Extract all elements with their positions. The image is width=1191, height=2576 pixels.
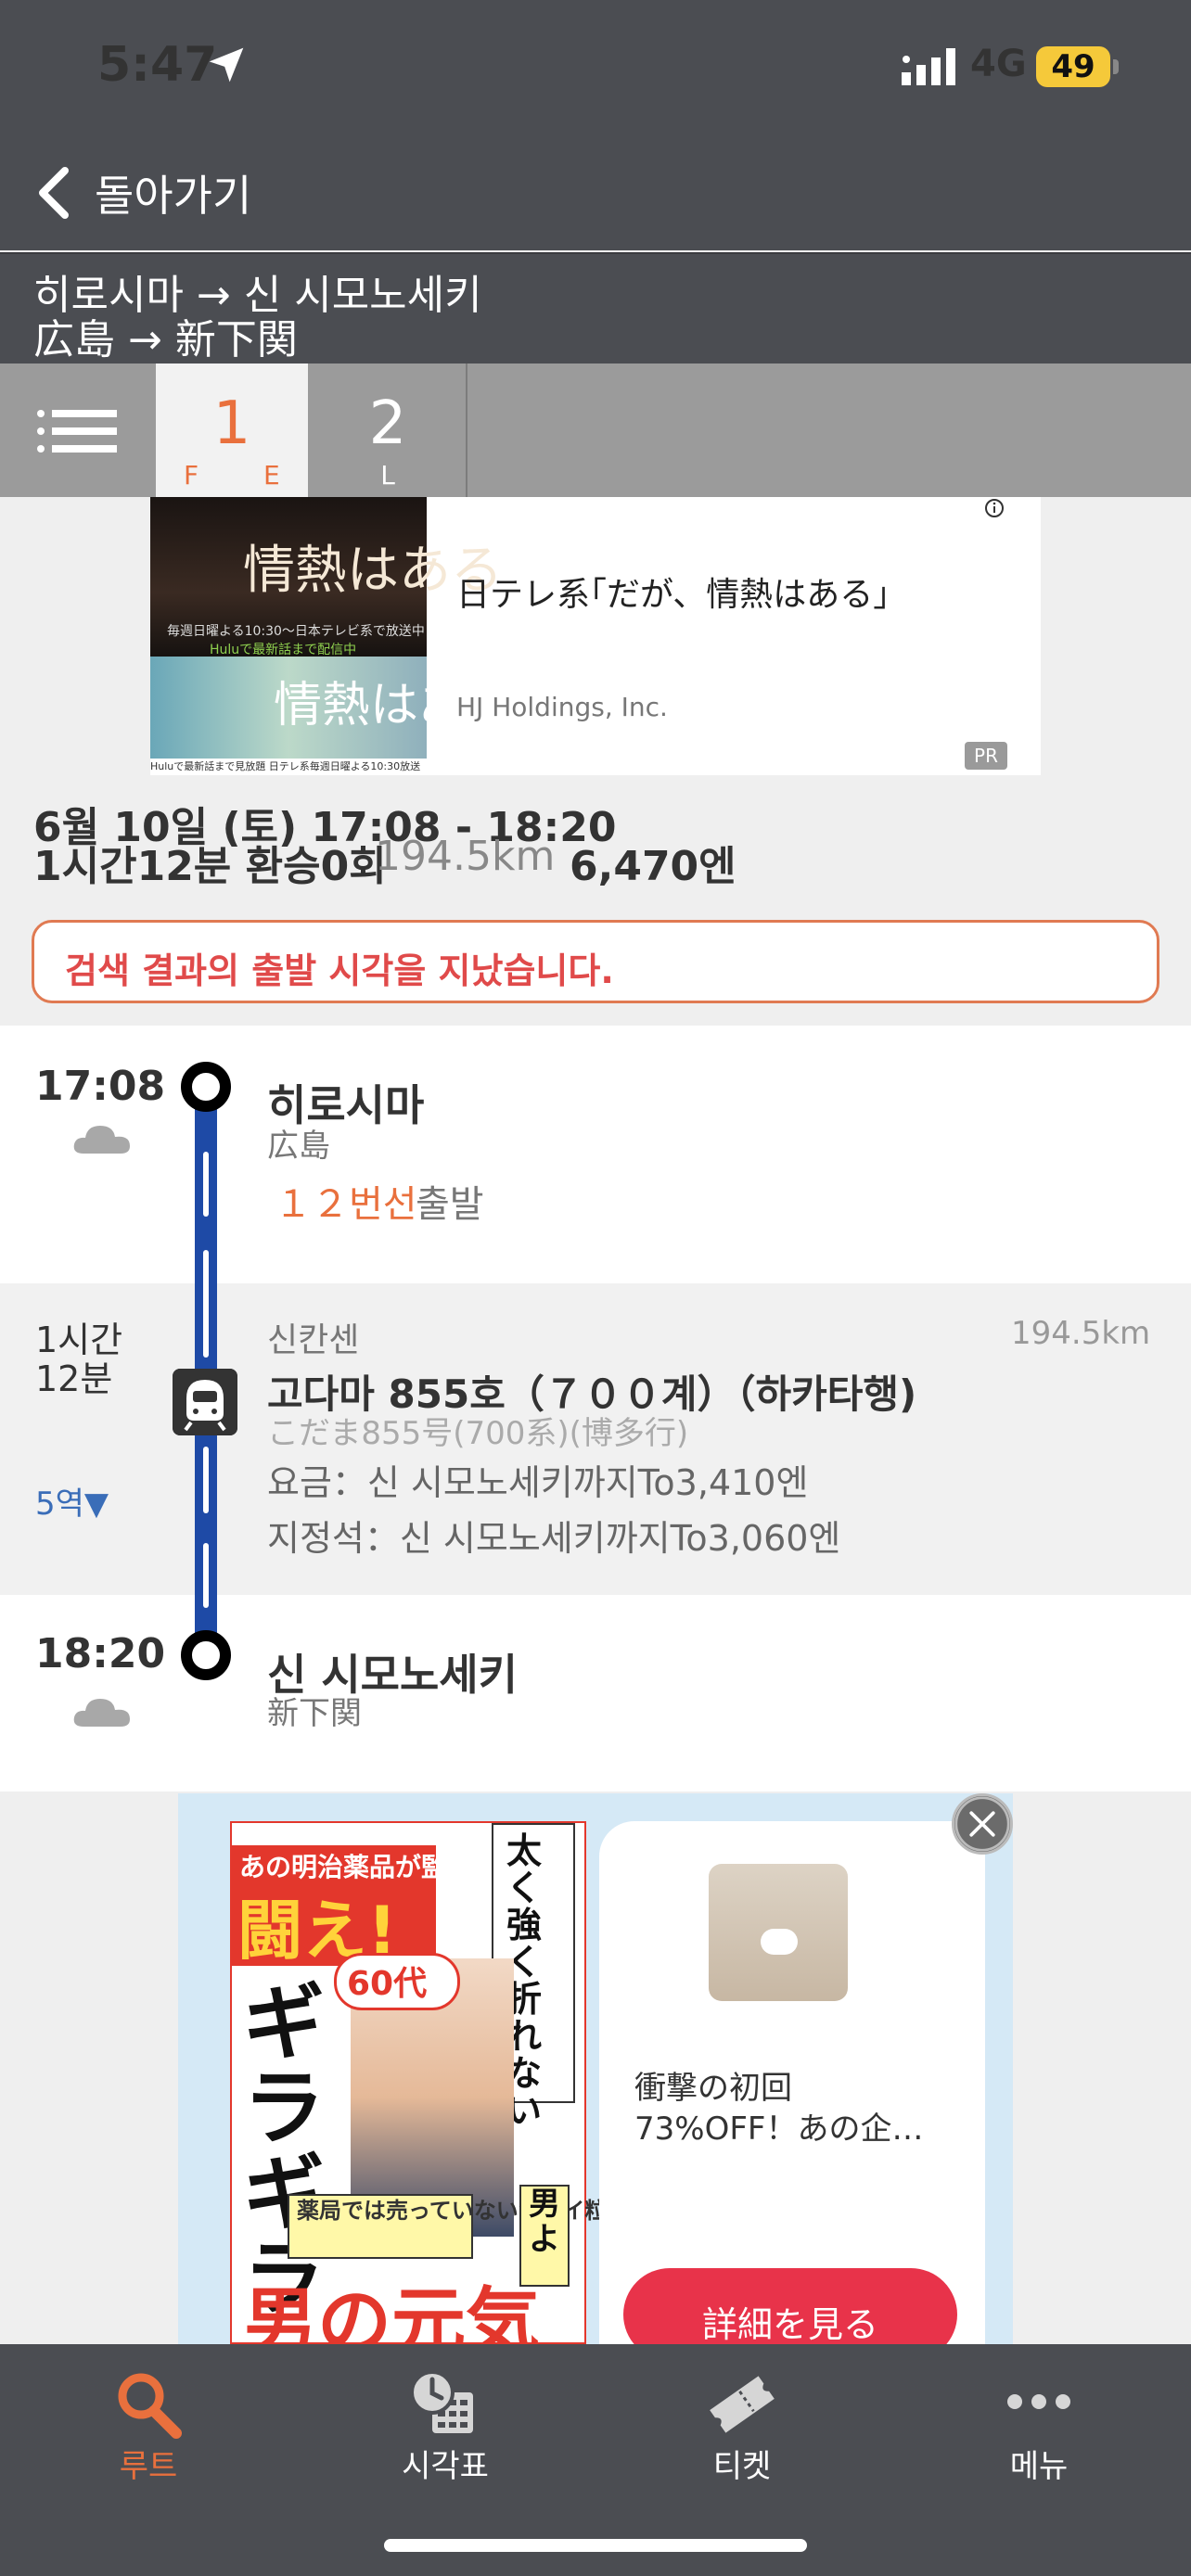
- back-chevron-icon[interactable]: [33, 165, 70, 221]
- ad-top-advertiser: HJ Holdings, Inc.: [456, 692, 668, 722]
- ride-reserved-seat-fare: 지정석：신 시모노세키까지To3,060엔: [267, 1518, 841, 1559]
- departure-segment[interactable]: [0, 1026, 1191, 1283]
- bottom-tab-menu-label[interactable]: 메뉴: [946, 2441, 1132, 2486]
- more-icon[interactable]: [1002, 2368, 1076, 2441]
- ride-train-name-jp: こだま855号(700系)(博多行): [267, 1415, 689, 1452]
- route-title-jp: 広島 → 新下関: [33, 316, 298, 363]
- route-line-dash: [203, 1543, 209, 1608]
- ticket-icon[interactable]: [705, 2368, 779, 2441]
- location-arrow-icon: [209, 47, 244, 83]
- cloud-icon: [73, 1126, 130, 1154]
- cloud-icon: [73, 1699, 130, 1727]
- battery-icon: 49: [1036, 46, 1110, 87]
- route-line-dash: [203, 1152, 209, 1217]
- route-tab-1-number: 1: [212, 389, 251, 458]
- arrival-segment[interactable]: [0, 1595, 1191, 1792]
- home-indicator[interactable]: [384, 2539, 807, 2552]
- ad-bottom-badge-text: 60代: [347, 1965, 428, 2003]
- signal-icon: [902, 48, 955, 85]
- ride-stops-toggle[interactable]: 5역▼: [35, 1478, 109, 1524]
- ride-fare: 요금：신 시모노세키까지To3,410엔: [267, 1462, 809, 1503]
- ad-info-icon[interactable]: [983, 497, 1005, 519]
- train-icon: [173, 1369, 237, 1435]
- arrival-time: 18:20: [35, 1630, 166, 1677]
- departure-platform-suffix: 출발: [416, 1183, 484, 1226]
- summary-distance: 194.5km: [375, 833, 556, 880]
- departure-node: [181, 1062, 231, 1112]
- arrival-station-jp: 新下関: [267, 1695, 362, 1732]
- battery-nub: [1113, 59, 1119, 74]
- departure-station-jp: 広島: [267, 1128, 330, 1165]
- departure-time: 17:08: [35, 1063, 166, 1110]
- tab-separator: [466, 363, 467, 497]
- ad-bottom-column-text: 太く強く折れない: [506, 1832, 562, 2129]
- ad-bottom-description-2: 73%OFF！あの企…: [634, 2111, 924, 2148]
- search-icon[interactable]: [111, 2368, 186, 2441]
- route-line-dash: [203, 1447, 209, 1513]
- departure-platform: １２번선: [275, 1183, 417, 1226]
- bottom-tab-timetable-label[interactable]: 시각표: [352, 2441, 538, 2486]
- route-tab-2-tag: L: [380, 460, 395, 491]
- summary-fare: 6,470엔: [570, 843, 736, 890]
- ride-duration-minutes: 12분: [35, 1358, 113, 1399]
- route-line-dash: [203, 1302, 209, 1358]
- ride-line-name: 신칸센: [267, 1321, 360, 1359]
- warning-text: 검색 결과의 출발 시각을 지났습니다.: [65, 950, 614, 991]
- ad-top-image-strip: Huluで最新話まで見放題 日テレ系毎週日曜よる10:30放送: [150, 759, 427, 775]
- close-icon[interactable]: [952, 1793, 1013, 1855]
- arrival-node: [181, 1630, 231, 1680]
- timetable-icon[interactable]: [408, 2368, 482, 2441]
- ad-top-image-subtitle-2: Huluで最新話まで配信中: [210, 643, 357, 657]
- ad-pr-badge: PR: [965, 742, 1007, 770]
- list-icon[interactable]: [37, 408, 117, 454]
- ad-bottom-cta-label[interactable]: 詳細を見る: [623, 2296, 957, 2347]
- summary-duration-transfer: 1시간12분 환승0회: [33, 843, 387, 890]
- route-tab-1-tag-fast: F: [184, 460, 199, 491]
- ride-distance: 194.5km: [1011, 1315, 1151, 1352]
- ad-top-title[interactable]: 日テレ系｢だが、情熱はある｣: [456, 567, 890, 616]
- route-tab-2-number: 2: [368, 389, 407, 458]
- ad-bottom-description-1: 衝撃の初回: [634, 2070, 792, 2107]
- ad-bottom-thumbnail-pills: [761, 1929, 798, 1955]
- ad-top-image-subtitle: 毎週日曜よる10:30～日本テレビ系で放送中: [167, 624, 425, 639]
- route-tab-1-tag-easy: E: [263, 460, 280, 491]
- status-time: 5:47: [97, 37, 218, 93]
- back-button[interactable]: 돌아가기: [95, 162, 251, 223]
- network-type: 4G: [970, 43, 1027, 85]
- bottom-tab-route-label[interactable]: 루트: [56, 2441, 241, 2486]
- bottom-tab-ticket-label[interactable]: 티켓: [649, 2441, 835, 2486]
